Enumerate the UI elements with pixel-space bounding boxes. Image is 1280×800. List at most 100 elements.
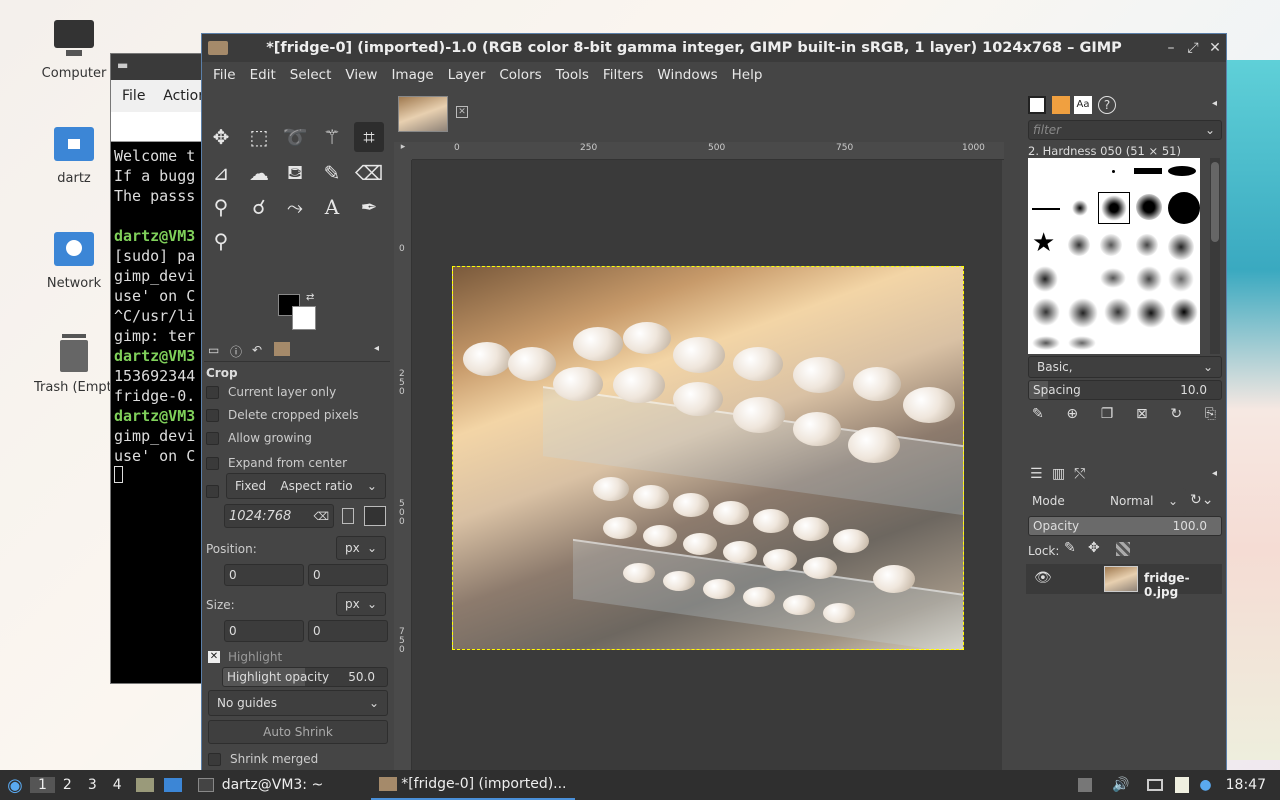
terminal-window[interactable]: ▬ File Actions Welcome t If a bugg The pas… bbox=[110, 53, 210, 684]
brush-item-star[interactable]: ★ bbox=[1032, 228, 1055, 258]
portrait-icon[interactable] bbox=[342, 508, 354, 524]
brush-item[interactable] bbox=[1134, 168, 1162, 174]
background-color-swatch[interactable] bbox=[292, 306, 316, 330]
landscape-icon[interactable] bbox=[364, 506, 386, 526]
dock-menu-icon[interactable]: ◂ bbox=[1212, 468, 1217, 479]
checkbox[interactable] bbox=[206, 385, 219, 399]
brush-item[interactable] bbox=[1032, 266, 1058, 292]
position-y-input[interactable]: 0 bbox=[308, 564, 388, 586]
brush-item[interactable] bbox=[1068, 298, 1098, 328]
checkbox[interactable] bbox=[206, 408, 219, 422]
menu-file[interactable]: File bbox=[206, 67, 243, 83]
layer-mode-dropdown[interactable]: Normal ⌄ bbox=[1086, 488, 1186, 514]
size-y-input[interactable]: 0 bbox=[308, 620, 388, 642]
start-menu-icon[interactable]: ◉ bbox=[0, 775, 30, 796]
checkbox[interactable] bbox=[206, 456, 219, 470]
new-brush-icon[interactable]: ⊕ bbox=[1066, 406, 1078, 426]
workspace-3[interactable]: 3 bbox=[80, 777, 105, 793]
brush-item[interactable] bbox=[1032, 298, 1060, 326]
checkbox[interactable] bbox=[206, 484, 219, 498]
menu-image[interactable]: Image bbox=[384, 67, 440, 83]
brush-item[interactable] bbox=[1168, 266, 1194, 292]
terminal-menu-file[interactable]: File bbox=[122, 88, 145, 104]
zoom-tool-icon[interactable]: ⚲ bbox=[206, 226, 236, 256]
brush-filter-input[interactable]: filter ⌄ bbox=[1028, 120, 1222, 140]
brush-item[interactable] bbox=[1136, 234, 1158, 256]
dock-menu-icon[interactable]: ◂ bbox=[374, 343, 379, 354]
clipboard-icon[interactable] bbox=[1175, 777, 1190, 793]
menu-layer[interactable]: Layer bbox=[441, 67, 493, 83]
layers-tab-icon[interactable]: ☰ bbox=[1030, 466, 1043, 482]
brush-item[interactable] bbox=[1170, 298, 1198, 326]
layer-opacity-slider[interactable]: Opacity 100.0 bbox=[1028, 516, 1222, 536]
device-status-tab-icon[interactable]: ⓘ bbox=[230, 343, 242, 360]
brush-item[interactable] bbox=[1032, 336, 1060, 350]
lock-pixels-icon[interactable]: ✎ bbox=[1064, 540, 1076, 556]
gimp-window[interactable]: *[fridge-0] (imported)-1.0 (RGB color 8-… bbox=[201, 33, 1227, 772]
menu-select[interactable]: Select bbox=[283, 67, 339, 83]
option-current-layer-only[interactable]: Current layer only bbox=[206, 382, 390, 402]
image-viewport[interactable] bbox=[412, 160, 1002, 770]
brush-scrollbar[interactable] bbox=[1210, 158, 1220, 354]
brush-item[interactable] bbox=[1032, 208, 1060, 210]
vertical-ruler[interactable]: 0 250 500 750 bbox=[394, 160, 412, 770]
menu-edit[interactable]: Edit bbox=[243, 67, 283, 83]
clone-tool-icon[interactable]: ⚲ bbox=[206, 192, 236, 222]
tool-options-tab-icon[interactable]: ▭ bbox=[208, 343, 219, 357]
color-picker-tool-icon[interactable]: ✒ bbox=[354, 192, 384, 222]
warp-tool-icon[interactable]: ☁ bbox=[244, 158, 274, 188]
brush-item[interactable] bbox=[1072, 200, 1088, 216]
tray-up-icon[interactable] bbox=[1077, 778, 1092, 792]
patterns-tab-icon[interactable] bbox=[1052, 96, 1070, 114]
help-tab-icon[interactable]: ? bbox=[1098, 96, 1116, 114]
option-expand-center[interactable]: Expand from center bbox=[206, 453, 347, 473]
refresh-brushes-icon[interactable]: ↻ bbox=[1170, 406, 1182, 426]
crop-tool-icon[interactable]: ⌗ bbox=[354, 122, 384, 152]
workspace-1[interactable]: 1 bbox=[30, 777, 55, 793]
brush-item[interactable] bbox=[1136, 194, 1162, 220]
undo-history-tab-icon[interactable]: ↶ bbox=[252, 343, 262, 357]
brush-item[interactable] bbox=[1104, 298, 1132, 326]
minimize-button[interactable]: – bbox=[1160, 40, 1182, 56]
text-tool-icon[interactable]: A bbox=[317, 192, 347, 222]
close-image-tab-icon[interactable]: ✕ bbox=[456, 106, 468, 118]
size-x-input[interactable]: 0 bbox=[224, 620, 304, 642]
auto-shrink-button[interactable]: Auto Shrink bbox=[208, 720, 388, 744]
brush-item[interactable] bbox=[1136, 266, 1162, 292]
checkbox-checked[interactable]: ✕ bbox=[208, 651, 220, 663]
file-manager-launcher-icon[interactable] bbox=[135, 778, 154, 792]
size-unit-dropdown[interactable]: px ⌄ bbox=[336, 592, 386, 616]
checkbox[interactable] bbox=[206, 431, 219, 445]
paths-tool-icon[interactable]: ⤳ bbox=[280, 192, 310, 222]
browser-launcher-icon[interactable] bbox=[163, 778, 182, 792]
aspect-ratio-input[interactable]: 1024:768 ⌫ bbox=[224, 504, 334, 528]
brush-preset-dropdown[interactable]: Basic, ⌄ bbox=[1028, 356, 1222, 378]
desktop-icon-home[interactable]: dartz bbox=[34, 123, 114, 186]
desktop-icon-computer[interactable]: Computer bbox=[34, 18, 114, 81]
move-tool-icon[interactable]: ✥ bbox=[206, 122, 236, 152]
brush-item[interactable] bbox=[1168, 192, 1200, 224]
menu-colors[interactable]: Colors bbox=[492, 67, 548, 83]
menu-filters[interactable]: Filters bbox=[596, 67, 650, 83]
paintbrush-tool-icon[interactable]: ✎ bbox=[317, 158, 347, 188]
brush-item[interactable] bbox=[1112, 170, 1115, 173]
option-shrink-merged[interactable]: Shrink merged bbox=[208, 750, 318, 768]
visibility-eye-icon[interactable]: 👁 bbox=[1034, 570, 1052, 586]
guides-dropdown[interactable]: No guides ⌄ bbox=[208, 690, 388, 716]
position-unit-dropdown[interactable]: px ⌄ bbox=[336, 536, 386, 560]
brush-item[interactable] bbox=[1068, 336, 1096, 350]
brush-item[interactable] bbox=[1168, 166, 1196, 176]
terminal-titlebar[interactable]: ▬ bbox=[111, 54, 209, 80]
brush-grid[interactable]: ★ bbox=[1028, 158, 1200, 354]
desktop-icon-trash[interactable]: Trash (Empty) bbox=[34, 332, 114, 395]
clear-icon[interactable]: ⌫ bbox=[313, 510, 329, 523]
scrollbar-thumb[interactable] bbox=[1211, 162, 1219, 242]
position-x-input[interactable]: 0 bbox=[224, 564, 304, 586]
menu-windows[interactable]: Windows bbox=[650, 67, 724, 83]
images-tab-icon[interactable] bbox=[274, 342, 290, 356]
desktop-icon-network[interactable]: Network bbox=[34, 228, 114, 291]
brush-item[interactable] bbox=[1100, 234, 1122, 256]
duplicate-brush-icon[interactable]: ❐ bbox=[1101, 406, 1114, 426]
option-fixed-checkbox[interactable] bbox=[206, 481, 228, 501]
mode-reset-icon[interactable]: ↻⌄ bbox=[1190, 492, 1213, 508]
